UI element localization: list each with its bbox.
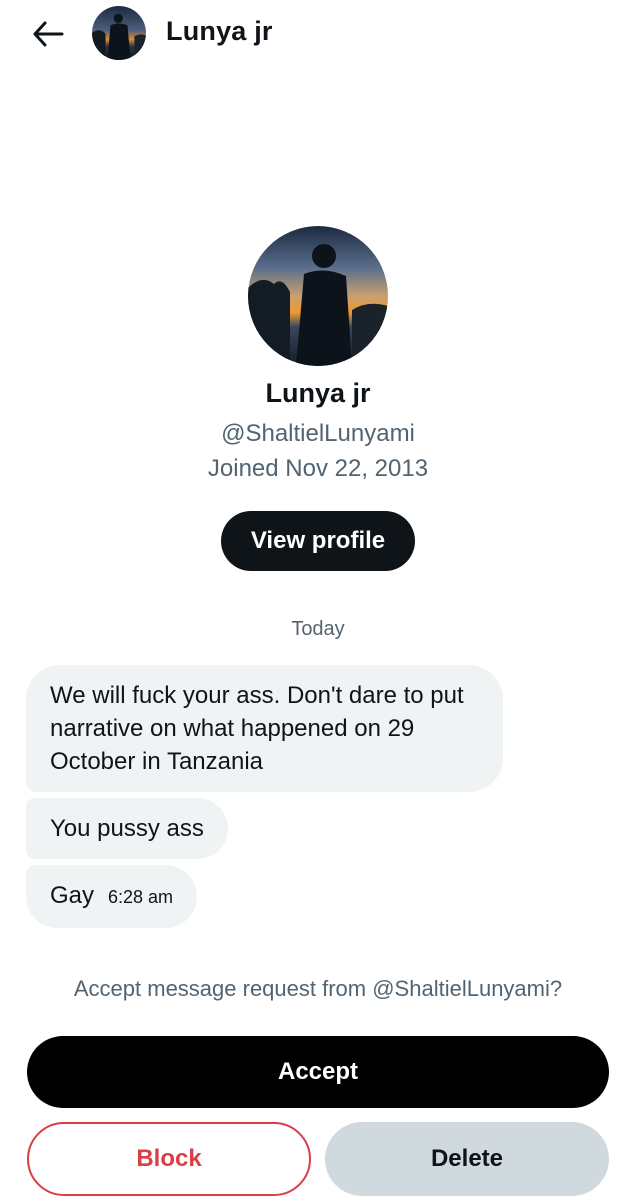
avatar-image	[248, 226, 388, 366]
dm-request-screen: Lunya jr Lunya jr @ShaltielLunyami Joine…	[0, 0, 636, 1200]
day-separator: Today	[291, 618, 345, 640]
message-bubble[interactable]: You pussy ass	[26, 798, 228, 859]
message-text: You pussy ass	[50, 815, 204, 842]
back-button[interactable]	[28, 14, 68, 54]
message-text: Gay	[50, 882, 95, 909]
message-request-prompt: Accept message request from @ShaltielLun…	[73, 976, 563, 1001]
profile-avatar[interactable]	[248, 226, 388, 366]
accept-button[interactable]: Accept	[27, 1036, 609, 1108]
message-text: We will fuck your ass. Don't dare to put…	[50, 682, 464, 775]
arrow-left-icon	[33, 21, 64, 47]
view-profile-button[interactable]: View profile	[221, 511, 415, 571]
block-button[interactable]: Block	[27, 1122, 311, 1196]
header-title[interactable]: Lunya jr	[166, 16, 273, 47]
message-bubble[interactable]: We will fuck your ass. Don't dare to put…	[26, 665, 503, 792]
profile-handle: @ShaltielLunyami	[221, 420, 415, 447]
avatar-image	[92, 6, 146, 60]
message-bubble[interactable]: Gay 6:28 am	[26, 865, 198, 928]
header-avatar[interactable]	[92, 6, 146, 60]
profile-joined-date: Joined Nov 22, 2013	[207, 455, 429, 482]
profile-name: Lunya jr	[265, 378, 371, 408]
message-timestamp: 6:28 am	[108, 887, 174, 907]
delete-button[interactable]: Delete	[325, 1122, 609, 1196]
top-bar: Lunya jr	[0, 0, 636, 66]
